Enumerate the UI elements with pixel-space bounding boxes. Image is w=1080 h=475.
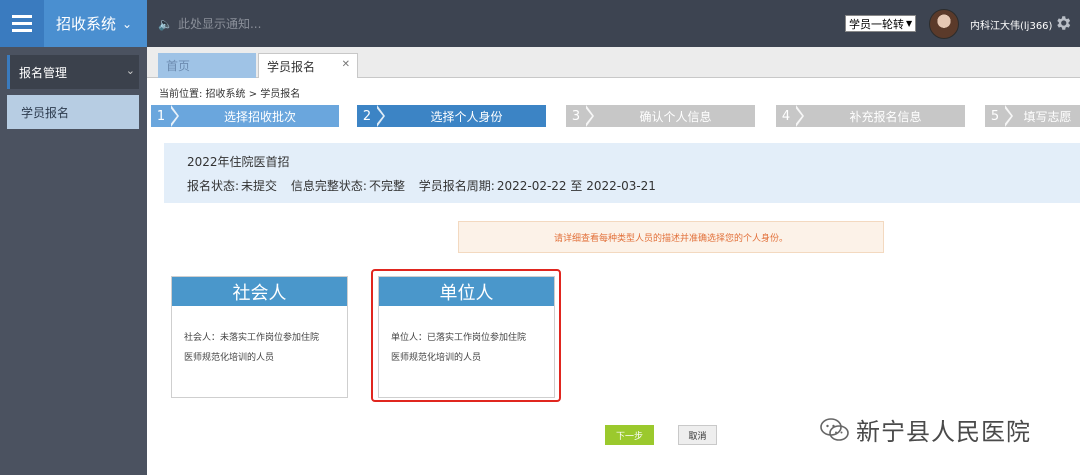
- step-number: 4: [781, 108, 791, 124]
- breadcrumb: 当前位置: 招收系统 > 学员报名: [159, 89, 301, 100]
- step-arrow-icon: [169, 105, 181, 127]
- sidebar-item-student-registration[interactable]: 学员报名: [7, 95, 139, 129]
- step-label: 补充报名信息: [849, 109, 922, 124]
- step-4[interactable]: 4 补充报名信息: [776, 105, 965, 127]
- step-number: 5: [990, 108, 1000, 124]
- batch-info-panel: 2022年住院医首招 报名状态: 未提交 信息完整状态: 不完整 学员报名周期: 20…: [164, 143, 1080, 203]
- notice-bar: 🔈 此处显示通知...: [158, 15, 261, 32]
- tab-student-registration[interactable]: 学员报名 ✕: [258, 53, 358, 78]
- card-description-line: 医师规范化培训的人员: [391, 353, 482, 363]
- step-label: 填写志愿: [1023, 109, 1072, 124]
- card-title: 单位人: [379, 277, 554, 306]
- completeness-value: 不完整: [368, 179, 405, 193]
- tab-label: 首页: [166, 59, 191, 73]
- step-1[interactable]: 1 选择招收批次: [151, 105, 339, 127]
- period-label: 学员报名周期:: [418, 179, 495, 193]
- cancel-button[interactable]: 取消: [678, 425, 717, 445]
- hamburger-menu-button[interactable]: [0, 0, 44, 47]
- step-number: 1: [156, 108, 166, 124]
- card-title: 社会人: [172, 277, 347, 306]
- tab-strip: 首页 学员报名 ✕: [147, 47, 1080, 78]
- step-number: 2: [362, 108, 372, 124]
- avatar[interactable]: [929, 9, 959, 39]
- status-label: 报名状态:: [187, 179, 240, 193]
- step-number: 3: [571, 108, 581, 124]
- hint-message: 请详细查看每种类型人员的描述并准确选择您的个人身份。: [458, 221, 884, 253]
- chevron-down-icon: ⌄: [125, 64, 135, 77]
- sidebar-group-registration[interactable]: 报名管理 ⌄: [7, 55, 139, 89]
- step-2[interactable]: 2 选择个人身份: [357, 105, 546, 127]
- wechat-watermark: 新宁县人民医院: [820, 412, 1031, 447]
- role-select-value: 学员一轮转: [849, 17, 904, 31]
- card-description-line: 医师规范化培训的人员: [184, 353, 275, 363]
- card-description-line: 单位人：已落实工作岗位参加住院: [391, 333, 527, 343]
- card-description: 单位人：已落实工作岗位参加住院 医师规范化培训的人员: [379, 306, 554, 368]
- sidebar: 报名管理 ⌄ 学员报名: [0, 47, 147, 475]
- step-label: 选择招收批次: [223, 109, 296, 124]
- close-icon[interactable]: ✕: [342, 59, 350, 70]
- batch-meta: 报名状态: 未提交 信息完整状态: 不完整 学员报名周期: 2022-02-22 至 …: [187, 177, 666, 194]
- app-switcher[interactable]: 招收系统 ⌄: [44, 0, 147, 47]
- top-bar: 招收系统 ⌄ 🔈 此处显示通知... 学员一轮转 ▼ 内科江大伟(lj366): [0, 0, 1080, 47]
- chevron-down-icon: ⌄: [122, 16, 133, 31]
- hamburger-line: [12, 22, 32, 25]
- batch-title: 2022年住院医首招: [187, 155, 290, 169]
- tab-home[interactable]: 首页: [158, 53, 256, 78]
- speaker-icon: 🔈: [158, 16, 173, 31]
- sidebar-group-label: 报名管理: [19, 65, 68, 80]
- step-arrow-icon: [794, 105, 806, 127]
- app-title: 招收系统: [56, 15, 117, 33]
- completeness-label: 信息完整状态:: [290, 179, 367, 193]
- step-5[interactable]: 5 填写志愿: [985, 105, 1080, 127]
- watermark-text: 新宁县人民医院: [856, 418, 1031, 446]
- tab-label: 学员报名: [267, 59, 316, 74]
- role-select[interactable]: 学员一轮转 ▼: [845, 15, 917, 32]
- notice-text: 此处显示通知...: [177, 17, 262, 31]
- gear-icon[interactable]: [1054, 14, 1072, 32]
- hamburger-line: [12, 15, 32, 18]
- username[interactable]: 内科江大伟(lj366): [970, 17, 1052, 32]
- step-label: 确认个人信息: [639, 109, 712, 124]
- caret-down-icon: ▼: [906, 19, 913, 28]
- wechat-icon: [820, 417, 849, 441]
- step-3[interactable]: 3 确认个人信息: [566, 105, 755, 127]
- identity-card-social[interactable]: 社会人 社会人：未落实工作岗位参加住院 医师规范化培训的人员: [171, 276, 348, 398]
- step-arrow-icon: [1003, 105, 1015, 127]
- period-value: 2022-02-22 至 2022-03-21: [496, 179, 656, 193]
- hamburger-line: [12, 29, 32, 32]
- step-arrow-icon: [584, 105, 596, 127]
- identity-card-unit[interactable]: 单位人 单位人：已落实工作岗位参加住院 医师规范化培训的人员: [378, 276, 555, 398]
- sidebar-item-label: 学员报名: [21, 105, 70, 120]
- card-description-line: 社会人：未落实工作岗位参加住院: [184, 333, 320, 343]
- status-value: 未提交: [241, 179, 278, 193]
- main-content: 首页 学员报名 ✕ 当前位置: 招收系统 > 学员报名 1 选择招收批次 2 选…: [147, 47, 1080, 475]
- step-label: 选择个人身份: [430, 109, 503, 124]
- step-arrow-icon: [375, 105, 387, 127]
- card-description: 社会人：未落实工作岗位参加住院 医师规范化培训的人员: [172, 306, 347, 368]
- next-step-button[interactable]: 下一步: [605, 425, 654, 445]
